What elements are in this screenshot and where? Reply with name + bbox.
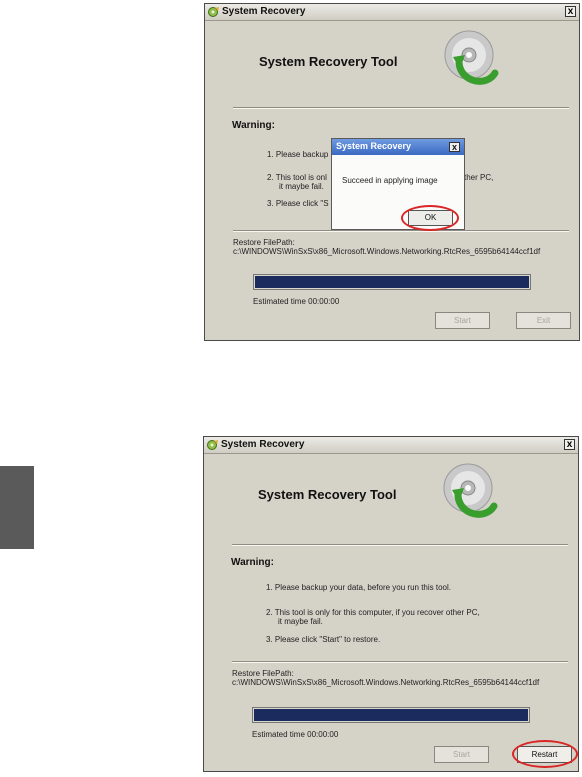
divider [233, 107, 569, 109]
start-button[interactable]: Start [434, 746, 489, 763]
window-title: System Recovery [221, 439, 305, 450]
restore-path-label: Restore FilePath: [233, 238, 295, 247]
restore-path-value: c:\WINDOWS\WinSxS\x86_Microsoft.Windows.… [233, 247, 541, 256]
tool-heading: System Recovery Tool [258, 487, 397, 502]
restore-path-value: c:\WINDOWS\WinSxS\x86_Microsoft.Windows.… [232, 678, 540, 687]
progress-fill [255, 276, 529, 288]
step-1: 1. Please backup your data, before you r… [266, 583, 452, 592]
estimated-time: Estimated time 00:00:00 [252, 730, 339, 739]
title-bar[interactable]: System Recovery x [204, 437, 578, 454]
recovery-disc-icon [443, 463, 498, 518]
app-icon [207, 440, 218, 450]
step-2-continued: it maybe fail. [279, 182, 324, 191]
progress-bar [252, 707, 530, 723]
success-dialog: System Recovery x Succeed in applying im… [331, 138, 465, 231]
divider [232, 661, 568, 663]
tool-heading: System Recovery Tool [259, 54, 398, 69]
system-recovery-window: System Recovery x System Recovery Tool W… [204, 3, 580, 341]
ok-button[interactable]: OK [408, 210, 453, 226]
divider [233, 230, 569, 232]
dialog-message: Succeed in applying image [342, 176, 438, 185]
step-3: 3. Please click "Start" to restore. [266, 635, 381, 644]
close-button[interactable]: x [565, 6, 576, 17]
exit-button[interactable]: Exit [516, 312, 571, 329]
step-3: 3. Please click "S [267, 199, 329, 208]
recovery-disc-icon [444, 30, 499, 85]
warning-label: Warning: [231, 557, 274, 568]
side-tab-marker [0, 466, 34, 549]
step-2: 2. This tool is only for this computer, … [266, 608, 480, 617]
warning-label: Warning: [232, 120, 275, 131]
step-2-continued: it maybe fail. [278, 617, 323, 626]
restore-path-label: Restore FilePath: [232, 669, 294, 678]
system-recovery-window: System Recovery x System Recovery Tool W… [203, 436, 579, 772]
start-button[interactable]: Start [435, 312, 490, 329]
dialog-title: System Recovery [336, 141, 412, 151]
progress-bar [253, 274, 531, 290]
dialog-title-bar[interactable]: System Recovery x [332, 139, 464, 155]
title-bar[interactable]: System Recovery x [205, 4, 579, 21]
step-2-fragment: ther PC, [464, 173, 494, 182]
estimated-time: Estimated time 00:00:00 [253, 297, 340, 306]
app-icon [208, 7, 219, 17]
dialog-close-button[interactable]: x [449, 142, 460, 152]
restart-button[interactable]: Restart [517, 746, 572, 763]
close-button[interactable]: x [564, 439, 575, 450]
step-1: 1. Please backup [267, 150, 329, 159]
step-2: 2. This tool is onl [267, 173, 327, 182]
progress-fill [254, 709, 528, 721]
window-title: System Recovery [222, 6, 306, 17]
divider [232, 544, 568, 546]
